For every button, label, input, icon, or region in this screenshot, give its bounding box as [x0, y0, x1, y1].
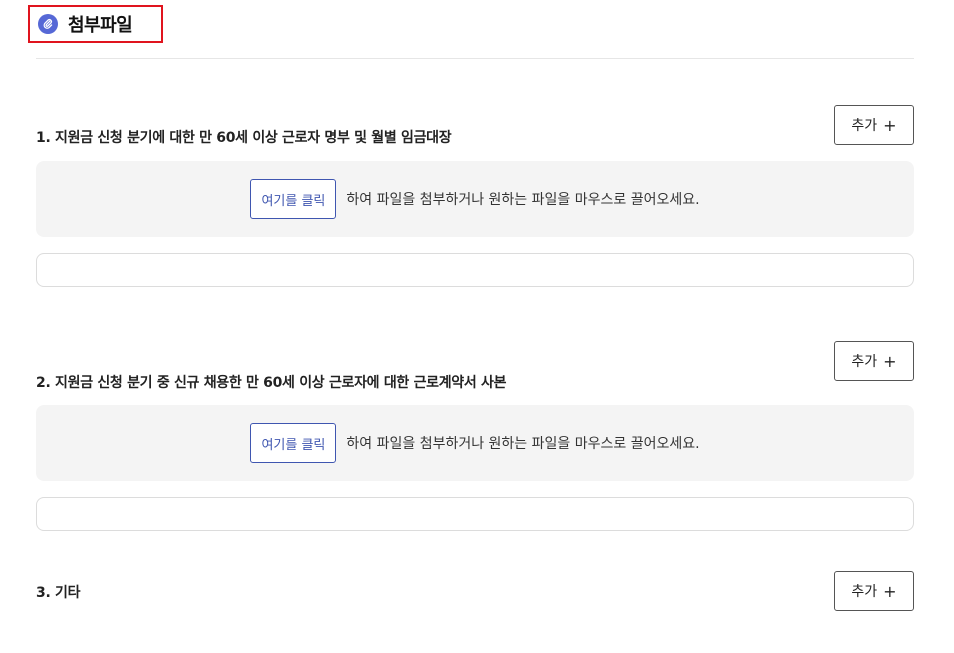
add-button-label: 추가 [851, 584, 878, 600]
section-2-dropzone[interactable]: 여기를 클릭 하여 파일을 첨부하거나 원하는 파일을 마우스로 끌어오세요. [36, 405, 914, 481]
section-2-add-button[interactable]: 추가 + [834, 341, 914, 381]
add-button-label: 추가 [851, 354, 878, 370]
plus-icon: + [883, 115, 897, 135]
attachments-page: 첨부파일 1. 지원금 신청 분기에 대한 만 60세 이상 근로자 명부 및 … [0, 0, 954, 653]
section-2-label: 2. 지원금 신청 분기 중 신규 채용한 만 60세 이상 근로자에 대한 근… [36, 375, 507, 391]
section-3-add-button[interactable]: 추가 + [834, 571, 914, 611]
plus-icon: + [883, 581, 897, 601]
section-2-drop-instructions: 하여 파일을 첨부하거나 원하는 파일을 마우스로 끌어오세요. [346, 436, 700, 452]
section-2-click-here-button[interactable]: 여기를 클릭 [250, 423, 337, 463]
section-1-drop-instructions: 하여 파일을 첨부하거나 원하는 파일을 마우스로 끌어오세요. [346, 192, 700, 208]
plus-icon: + [883, 351, 897, 371]
page-title: 첨부파일 [68, 15, 133, 36]
section-1-label: 1. 지원금 신청 분기에 대한 만 60세 이상 근로자 명부 및 월별 임금… [36, 130, 452, 146]
attachment-icon [38, 14, 58, 34]
section-2-file-list [36, 497, 914, 531]
attachments-header: 첨부파일 [28, 5, 163, 43]
section-1-add-button[interactable]: 추가 + [834, 105, 914, 145]
header-divider [36, 58, 914, 59]
section-1-file-list [36, 253, 914, 287]
section-1-click-here-button[interactable]: 여기를 클릭 [250, 179, 337, 219]
section-3-label: 3. 기타 [36, 585, 81, 601]
section-1-dropzone[interactable]: 여기를 클릭 하여 파일을 첨부하거나 원하는 파일을 마우스로 끌어오세요. [36, 161, 914, 237]
add-button-label: 추가 [851, 118, 878, 134]
